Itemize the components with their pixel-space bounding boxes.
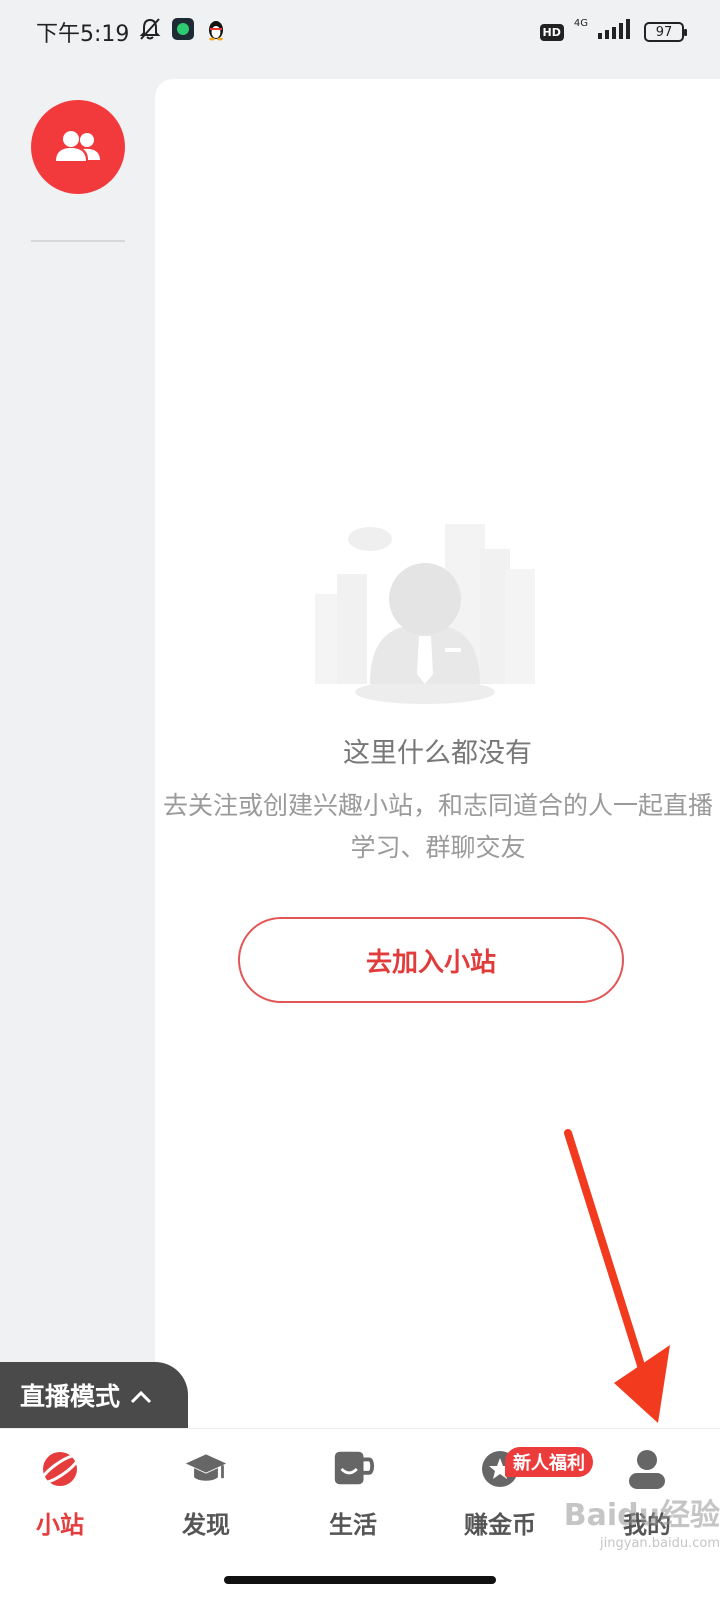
status-left: 下午5:19 (36, 16, 227, 48)
status-time: 下午5:19 (36, 22, 130, 47)
annotation-arrow-icon (564, 1129, 670, 1423)
empty-person-illustration-icon (315, 524, 535, 704)
station-rail (0, 64, 155, 1424)
status-bar: 下午5:19 HD 4G 97 (0, 0, 720, 64)
group-avatar-button[interactable] (31, 100, 125, 194)
live-mode-toggle[interactable]: 直播模式 (0, 1362, 188, 1428)
nav-label-life: 生活 (329, 1511, 377, 1539)
watermark-url: jingyan.baidu.com (600, 1536, 720, 1551)
rail-divider (31, 240, 125, 242)
planet-icon (38, 1447, 82, 1491)
empty-state-title: 这里什么都没有 (343, 738, 532, 769)
nav-label-station: 小站 (36, 1511, 84, 1539)
mute-bell-icon (139, 17, 161, 47)
status-right: HD 4G 97 (539, 18, 687, 45)
empty-state-description: 去关注或创建兴趣小站，和志同道合的人一起直播学习、群聊交友 (163, 791, 714, 862)
app-notification-icon (171, 17, 195, 47)
nav-item-life[interactable]: 生活 (293, 1447, 413, 1547)
network-type: 4G (573, 18, 588, 29)
join-station-button[interactable]: 去加入小站 (238, 917, 624, 1003)
person-icon (625, 1447, 669, 1491)
watermark-text: Baidu经验 (563, 1498, 720, 1533)
nav-item-discover[interactable]: 发现 (146, 1447, 266, 1547)
nav-label-earn-coins: 赚金币 (464, 1511, 536, 1539)
watermark: Baidu经验 jingyan.baidu.com (560, 1490, 720, 1551)
group-users-icon (56, 131, 100, 161)
hd-badge: HD (539, 23, 564, 41)
graduation-cap-icon (184, 1447, 228, 1491)
cup-icon (331, 1447, 375, 1491)
live-mode-label: 直播模式 (20, 1382, 121, 1411)
penguin-notification-icon (205, 17, 227, 47)
nav-item-station[interactable]: 小站 (0, 1447, 120, 1547)
battery-indicator: 97 (644, 22, 687, 42)
promo-badge: 新人福利 (505, 1447, 593, 1477)
chevron-up-icon (130, 1381, 152, 1410)
home-indicator (224, 1576, 496, 1584)
nav-label-discover: 发现 (182, 1511, 230, 1539)
signal-icon (598, 19, 634, 45)
